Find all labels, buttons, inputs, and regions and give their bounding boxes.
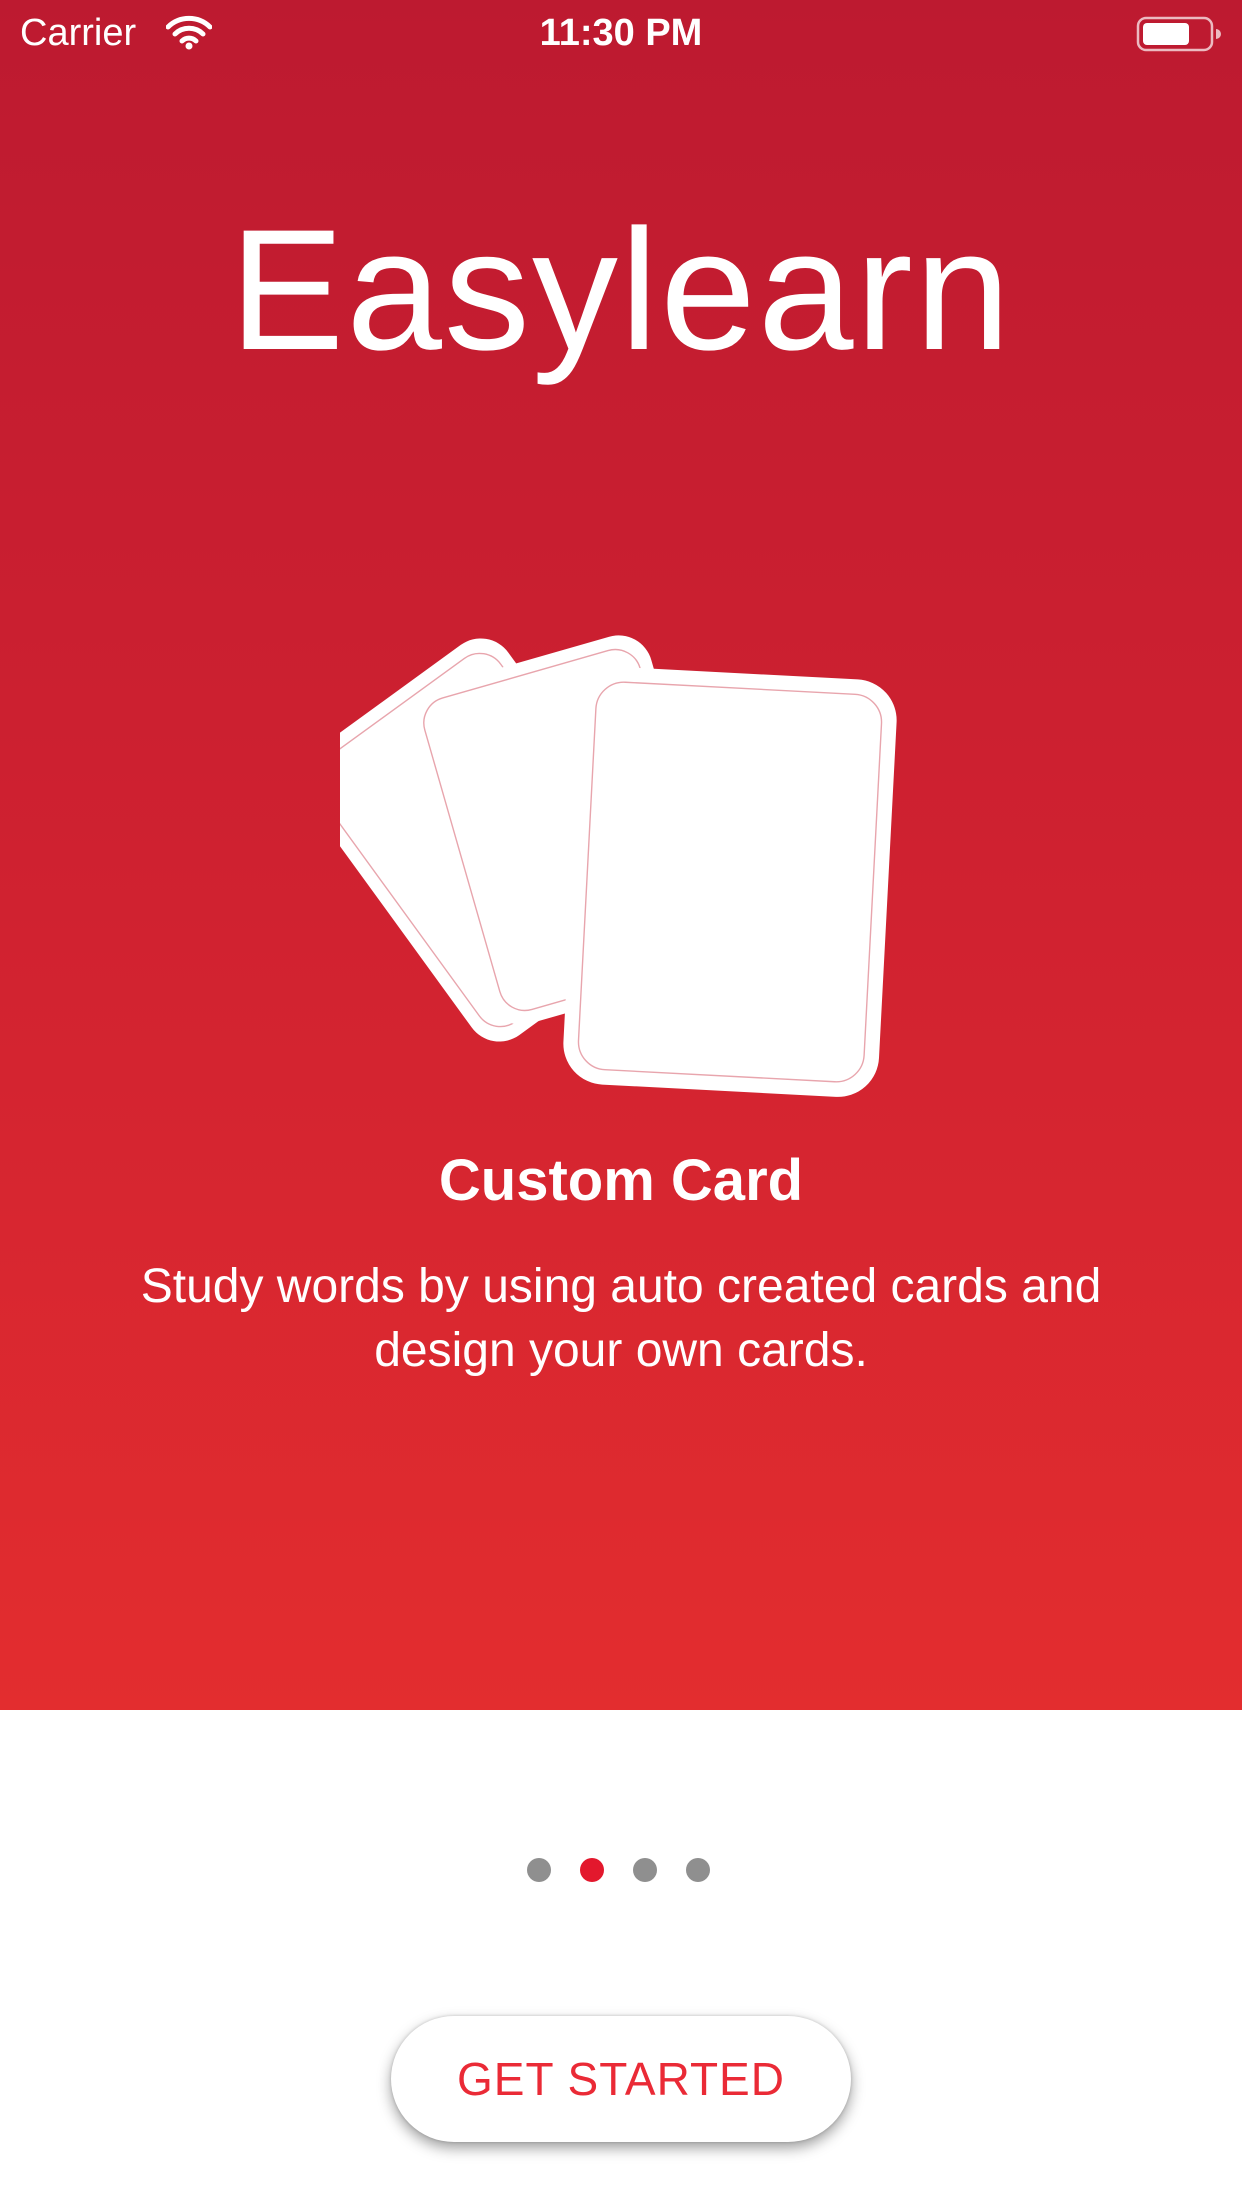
cards-icon	[340, 635, 897, 1097]
onboarding-hero: Carrier 11:30 PM Easylearn Custom Card S…	[0, 0, 1242, 1710]
page-dot-3[interactable]	[633, 1858, 657, 1882]
page-dot-1[interactable]	[527, 1858, 551, 1882]
feature-title: Custom Card	[438, 1148, 804, 1213]
page-dot-2[interactable]	[580, 1858, 604, 1882]
status-bar: Carrier 11:30 PM	[0, 0, 1242, 66]
page-dot-4[interactable]	[686, 1858, 710, 1882]
battery-icon	[1136, 16, 1221, 52]
feature-description: Study words by using auto created cards …	[140, 1260, 1102, 1377]
page-indicator[interactable]	[527, 1858, 727, 1884]
app-title: Easylearn	[229, 194, 1013, 386]
status-time: 11:30 PM	[539, 12, 703, 54]
get-started-button[interactable]: GET STARTED	[391, 2016, 851, 2142]
